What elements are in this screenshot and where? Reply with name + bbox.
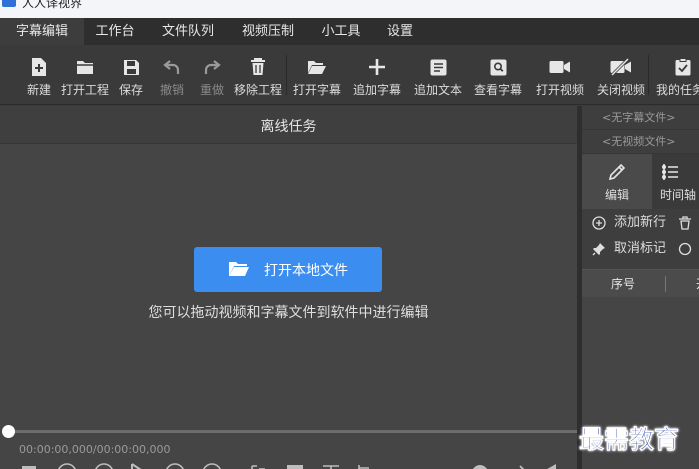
open-local-file-label: 打开本地文件 [264, 261, 348, 278]
play-icon[interactable] [130, 462, 146, 469]
toolbar: 新建 打开工程 保存 撤销 重做 移除工程 打开字幕 追加字幕 追加文本 查看字… [0, 45, 699, 105]
trash-icon [237, 56, 279, 78]
pencil-icon [582, 162, 652, 182]
task-icon [662, 56, 699, 78]
split-icon[interactable] [322, 462, 340, 469]
drag-hint-text: 您可以拖动视频和字幕文件到软件中进行编辑 [148, 305, 429, 321]
column-index[interactable]: 序号 [611, 270, 635, 298]
menu-bar: 字幕编辑 工作台 文件队列 视频压制 小工具 设置 [0, 18, 699, 45]
title-bar: 人人译视界 [0, 0, 699, 18]
step-forward-icon[interactable] [164, 462, 186, 469]
tab-edit[interactable]: 编辑 [582, 154, 652, 209]
add-row-button[interactable]: 添加新行 [592, 213, 692, 233]
text-doc-icon [417, 56, 459, 78]
menu-file-queue[interactable]: 文件队列 [150, 18, 226, 45]
menu-settings[interactable]: 设置 [376, 18, 424, 45]
new-button[interactable]: 新建 [24, 45, 54, 105]
add-circle-icon [592, 216, 606, 230]
progress-track[interactable] [8, 430, 577, 433]
watermark-text: 最需教育 [579, 425, 680, 455]
column-separator [665, 276, 666, 292]
progress-handle[interactable] [2, 425, 15, 438]
redo-icon [197, 56, 227, 78]
append-text-button[interactable]: 追加文本 [414, 45, 462, 105]
swap-icon[interactable] [506, 462, 526, 469]
append-subtitle-button[interactable]: 追加字幕 [353, 45, 401, 105]
undo-icon [157, 56, 187, 78]
open-video-button[interactable]: 打开视频 [536, 45, 584, 105]
folder-icon [228, 260, 250, 280]
table-header: 序号 开 [582, 269, 699, 297]
redo-button[interactable]: 重做 [197, 45, 227, 105]
remove-project-button[interactable]: 移除工程 [234, 45, 282, 105]
menu-subtitle-edit[interactable]: 字幕编辑 [0, 18, 84, 45]
main-panel: 离线任务 打开本地文件 您可以拖动视频和字幕文件到软件中进行编辑 00:00:0… [0, 106, 577, 469]
rewind-icon[interactable] [56, 462, 78, 469]
right-panel: <无字幕文件> <无视频文件> 编辑 时间轴 添加新行 取消标记 序号 开 [582, 106, 699, 469]
loop-icon[interactable] [470, 462, 490, 469]
volume-icon[interactable] [540, 462, 558, 469]
subtitle-file-status: <无字幕文件> [582, 106, 699, 130]
open-project-button[interactable]: 打开工程 [61, 45, 109, 105]
app-logo [2, 0, 16, 7]
plus-icon [356, 56, 398, 78]
save-button[interactable]: 保存 [116, 45, 146, 105]
toolbar-separator [648, 55, 649, 95]
close-video-button[interactable]: 关闭视频 [597, 45, 645, 105]
step-back-icon[interactable] [93, 462, 115, 469]
page-title: 离线任务 [260, 119, 317, 135]
right-tabs: 编辑 时间轴 [582, 154, 699, 209]
tab-timeline[interactable]: 时间轴 [660, 154, 699, 209]
menu-workbench[interactable]: 工作台 [84, 18, 146, 45]
undo-button[interactable]: 撤销 [157, 45, 187, 105]
stop-icon[interactable] [22, 462, 36, 469]
audio-icon[interactable] [440, 462, 456, 469]
delete-icon[interactable] [678, 216, 692, 230]
app-title: 人人译视界 [22, 0, 83, 10]
my-tasks-button[interactable]: 我的任务 [656, 45, 699, 105]
new-file-icon [24, 56, 54, 78]
playback-controls [0, 459, 577, 469]
video-file-status: <无视频文件> [582, 130, 699, 154]
cancel-mark-button[interactable]: 取消标记 [592, 239, 692, 259]
view-subtitle-button[interactable]: 查看字幕 [474, 45, 522, 105]
timeline-icon [660, 162, 699, 182]
menu-video-compress[interactable]: 视频压制 [230, 18, 306, 45]
main-header: 离线任务 [0, 106, 577, 144]
save-icon [116, 56, 146, 78]
pin-icon [592, 243, 605, 256]
toolbar-separator [286, 55, 287, 95]
open-local-file-button[interactable]: 打开本地文件 [194, 247, 382, 292]
printer-icon[interactable] [286, 462, 304, 469]
video-camera-icon [539, 56, 581, 78]
video-off-icon [600, 56, 642, 78]
forward-icon[interactable] [201, 462, 223, 469]
circle-icon[interactable] [678, 242, 692, 256]
timecode: 00:00:00,000/00:00:00,000 [19, 443, 171, 456]
align-icon[interactable] [356, 462, 372, 469]
open-subtitle-button[interactable]: 打开字幕 [293, 45, 341, 105]
menu-tools[interactable]: 小工具 [310, 18, 372, 45]
marker-icon[interactable] [250, 462, 266, 469]
folder-icon [64, 56, 106, 78]
open-folder-icon [296, 56, 338, 78]
view-subtitle-icon [477, 56, 519, 78]
